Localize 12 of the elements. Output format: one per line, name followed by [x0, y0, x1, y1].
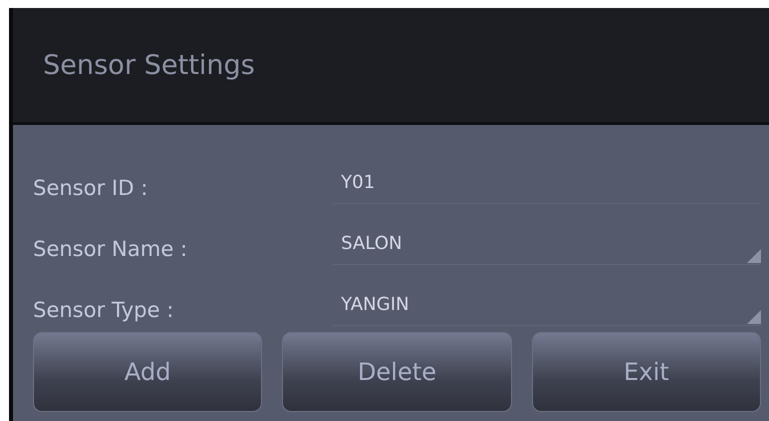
- dialog-button[interactable]: Add: [33, 332, 262, 412]
- corner-triangle-icon: [747, 249, 761, 263]
- dropdown[interactable]: YANGIN: [333, 294, 761, 326]
- dropdown[interactable]: SALON: [333, 233, 761, 265]
- dialog-title: Sensor Settings: [43, 50, 255, 80]
- field-label: Sensor ID :: [33, 176, 149, 202]
- dialog-button[interactable]: Delete: [282, 332, 512, 412]
- input-field[interactable]: Y01: [333, 172, 761, 204]
- field-label: Sensor Name :: [33, 237, 188, 263]
- field-label: Sensor Type :: [33, 298, 175, 324]
- dialog-button[interactable]: Exit: [532, 332, 761, 412]
- corner-triangle-icon: [747, 310, 761, 324]
